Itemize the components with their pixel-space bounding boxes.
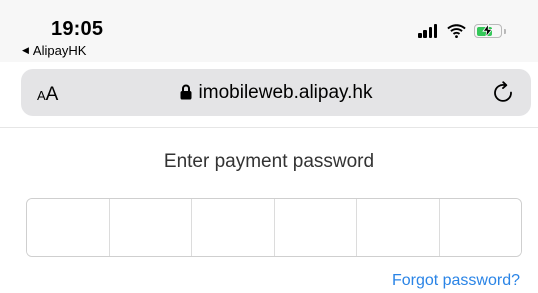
status-bar: 19:05 ◀ AlipayHK xyxy=(0,0,538,62)
pin-digit-1[interactable] xyxy=(27,199,110,256)
pin-digit-4[interactable] xyxy=(274,199,357,256)
payment-password-input[interactable] xyxy=(26,198,522,257)
reload-icon[interactable] xyxy=(492,81,514,103)
cellular-signal-icon xyxy=(418,24,439,38)
lock-icon xyxy=(180,84,192,100)
pin-digit-5[interactable] xyxy=(357,199,440,256)
back-app-label: AlipayHK xyxy=(32,43,87,58)
header-divider xyxy=(0,127,538,128)
status-time: 19:05 xyxy=(51,18,104,40)
url-text: imobileweb.alipay.hk xyxy=(198,82,373,103)
charging-bolt-icon xyxy=(482,24,494,37)
pin-digit-3[interactable] xyxy=(192,199,275,256)
page-title: Enter payment password xyxy=(163,151,375,172)
status-icons xyxy=(418,24,507,38)
pin-digit-6[interactable] xyxy=(439,199,521,256)
back-triangle-icon: ◀ xyxy=(22,45,29,55)
browser-address-bar[interactable]: AA imobileweb.alipay.hk xyxy=(21,69,531,116)
battery-icon xyxy=(474,24,507,38)
forgot-password-link[interactable]: Forgot password? xyxy=(392,272,520,290)
back-to-app-button[interactable]: ◀ AlipayHK xyxy=(22,43,86,58)
wifi-icon xyxy=(447,24,466,38)
pin-digit-2[interactable] xyxy=(109,199,192,256)
url-display[interactable]: imobileweb.alipay.hk xyxy=(21,82,531,104)
